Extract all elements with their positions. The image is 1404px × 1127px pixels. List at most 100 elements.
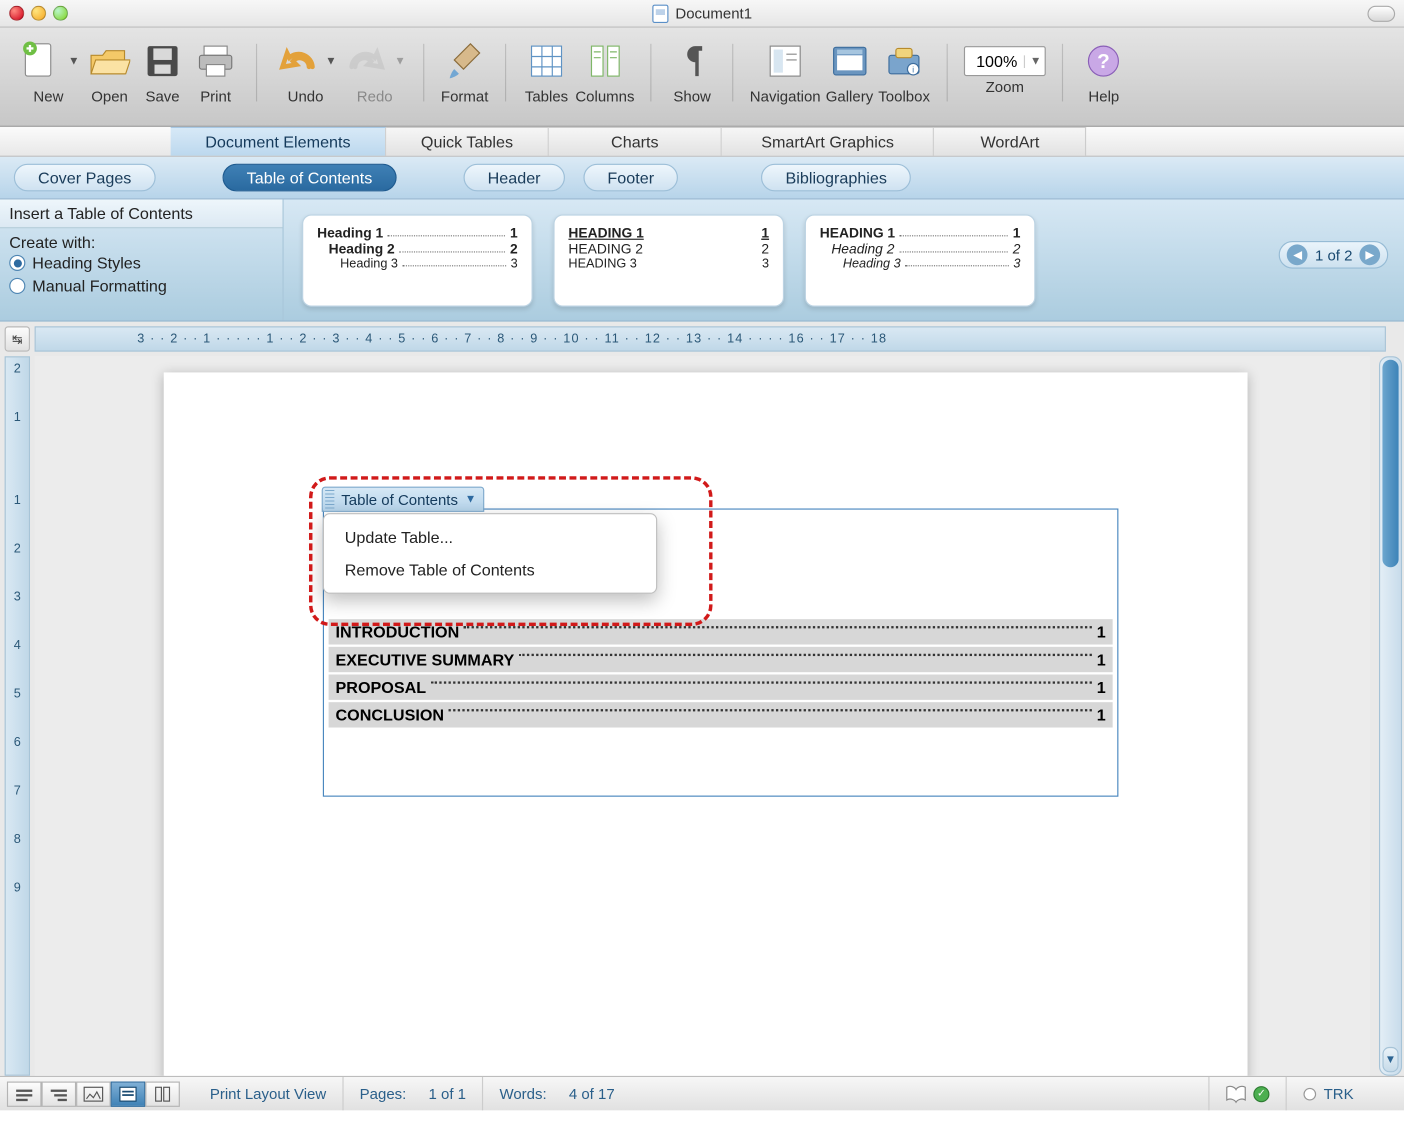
toc-style-2[interactable]: HEADING 11 HEADING 22 HEADING 33 [553,214,784,306]
radio-icon [9,255,25,271]
tab-charts[interactable]: Charts [549,127,722,156]
record-off-icon [1303,1087,1317,1101]
show-button[interactable]: Show [668,37,716,105]
page[interactable]: Table of Contents ▼ Update Table... Remo… [164,372,1248,1075]
status-spellcheck[interactable]: ✓ [1208,1077,1285,1110]
pill-footer[interactable]: Footer [583,164,678,192]
open-button[interactable]: Open [85,37,133,105]
main-toolbar: ▼ New Open Save Print ▼ Undo [0,28,1404,127]
pilcrow-icon [668,37,716,85]
tables-button[interactable]: Tables [522,37,570,105]
svg-text:i: i [912,66,914,75]
zoom-value: 100% [969,52,1024,70]
pill-header[interactable]: Header [463,164,564,192]
view-mode-buttons [7,1081,180,1106]
toolbox-button[interactable]: i Toolbox [878,37,930,105]
tab-wordart[interactable]: WordArt [934,127,1086,156]
toc-options-strip: Insert a Table of Contents Create with: … [0,199,1404,321]
undo-icon [273,37,321,85]
document-icon [652,4,668,22]
status-view-label: Print Layout View [194,1077,343,1110]
editor-area: ↹ 3 · · 2 · · 1 · · · · · 1 · · 2 · · 3 … [0,322,1404,1076]
navigation-button[interactable]: Navigation [750,37,821,105]
radio-heading-styles[interactable]: Heading Styles [9,251,273,274]
pill-cover-pages[interactable]: Cover Pages [14,164,156,192]
toolbar-toggle-button[interactable] [1367,5,1395,21]
toc-field[interactable]: Table of Contents ▼ Update Table... Remo… [323,508,1119,796]
radio-icon [9,278,25,294]
pill-bibliographies[interactable]: Bibliographies [761,164,911,192]
print-button[interactable]: Print [191,37,239,105]
help-icon: ? [1080,37,1128,85]
paintbrush-icon [440,37,488,85]
view-outline-button[interactable] [42,1081,77,1106]
horizontal-ruler[interactable]: 3 · · 2 · · 1 · · · · · 1 · · 2 · · 3 · … [35,326,1386,351]
save-button[interactable]: Save [138,37,186,105]
zoom-window-button[interactable] [53,6,68,21]
drag-grip-icon[interactable] [325,490,334,508]
toc-entry[interactable]: CONCLUSION1 [329,702,1113,727]
status-bar: Print Layout View Pages: 1 of 1 Words: 4… [0,1076,1404,1111]
radio-manual-formatting[interactable]: Manual Formatting [9,274,273,297]
separator [651,44,652,102]
view-print-layout-button[interactable] [111,1081,146,1106]
panel-title: Insert a Table of Contents [0,199,282,228]
status-words[interactable]: Words: 4 of 17 [482,1077,631,1110]
separator [732,44,733,102]
vertical-scrollbar[interactable]: ▼ [1379,356,1402,1075]
dropdown-arrow-icon[interactable]: ▼ [465,493,476,506]
toolbox-icon: i [880,37,928,85]
menu-update-table[interactable]: Update Table... [324,521,656,553]
status-pages[interactable]: Pages: 1 of 1 [342,1077,482,1110]
help-button[interactable]: ? Help [1080,37,1128,105]
menu-remove-toc[interactable]: Remove Table of Contents [324,553,656,585]
toc-style-1[interactable]: Heading 11 Heading 22 Heading 33 [302,214,533,306]
pager-prev-icon[interactable]: ◀ [1287,244,1308,265]
tab-quick-tables[interactable]: Quick Tables [386,127,548,156]
toc-entries: INTRODUCTION1 EXECUTIVE SUMMARY1 PROPOSAL1… [324,619,1117,730]
toc-style-gallery: Heading 11 Heading 22 Heading 33 HEADING… [284,199,1054,320]
dropdown-arrow-icon[interactable]: ▼ [1024,55,1040,68]
scroll-down-icon[interactable]: ▼ [1382,1047,1398,1072]
dropdown-arrow-icon: ▼ [393,37,407,85]
columns-button[interactable]: Columns [575,37,634,105]
close-window-button[interactable] [9,6,24,21]
tab-stop-selector[interactable]: ↹ [5,326,30,351]
redo-icon [342,37,390,85]
separator [505,44,506,102]
pill-table-of-contents[interactable]: Table of Contents [222,164,396,192]
vertical-ruler[interactable]: 21123456789 [5,356,30,1075]
view-draft-button[interactable] [7,1081,42,1106]
toc-entry[interactable]: PROPOSAL1 [329,675,1113,700]
tab-smartart[interactable]: SmartArt Graphics [722,127,934,156]
tab-document-elements[interactable]: Document Elements [171,127,387,156]
toc-field-handle[interactable]: Table of Contents ▼ Update Table... Remo… [322,487,485,512]
columns-icon [581,37,629,85]
scroll-thumb[interactable] [1382,360,1398,568]
new-icon [16,37,64,85]
toc-style-3[interactable]: HEADING 11 Heading 22 Heading 33 [805,214,1036,306]
toc-handle-label: Table of Contents [341,491,458,508]
minimize-window-button[interactable] [31,6,46,21]
dropdown-arrow-icon[interactable]: ▼ [324,37,338,85]
table-icon [522,37,570,85]
view-notebook-button[interactable] [145,1081,180,1106]
document-canvas[interactable]: Table of Contents ▼ Update Table... Remo… [35,356,1370,1075]
view-publishing-button[interactable] [76,1081,111,1106]
zoom-control[interactable]: 100% ▼ Zoom [963,37,1046,96]
format-button[interactable]: Format [440,37,488,105]
redo-button[interactable]: ▼ Redo [342,37,407,105]
zoom-combo[interactable]: 100% ▼ [963,46,1046,76]
status-track-changes[interactable]: TRK [1286,1077,1370,1110]
toc-entry[interactable]: INTRODUCTION1 [329,619,1113,644]
undo-button[interactable]: ▼ Undo [273,37,338,105]
gallery-pager[interactable]: ◀ 1 of 2 ▶ [1279,241,1388,269]
save-icon [138,37,186,85]
toc-context-menu: Update Table... Remove Table of Contents [323,513,657,594]
pager-next-icon[interactable]: ▶ [1359,244,1380,265]
toc-entry[interactable]: EXECUTIVE SUMMARY1 [329,647,1113,672]
new-button[interactable]: ▼ New [16,37,81,105]
gallery-button[interactable]: Gallery [825,37,873,105]
pager-label: 1 of 2 [1315,246,1353,263]
dropdown-arrow-icon[interactable]: ▼ [67,37,81,85]
